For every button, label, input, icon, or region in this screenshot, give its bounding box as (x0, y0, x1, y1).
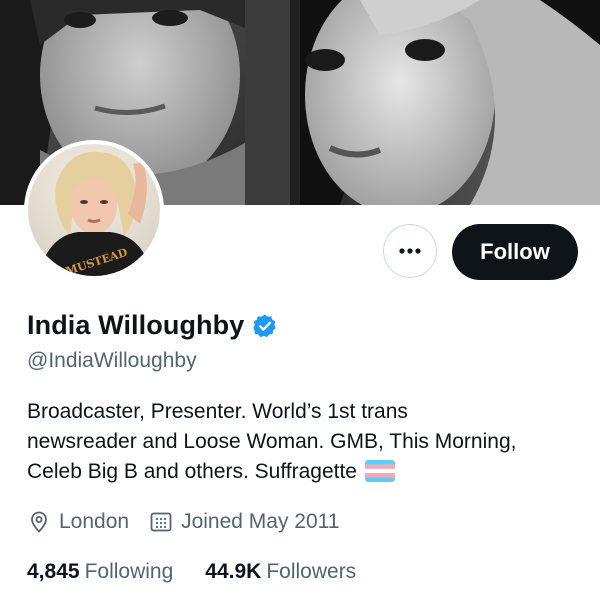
calendar-icon (150, 512, 172, 532)
profile-bio: Broadcaster, Presenter. World’s 1st tran… (27, 397, 587, 487)
follow-button-label: Follow (480, 239, 550, 264)
following-label: Following (84, 560, 174, 583)
verified-badge-icon[interactable] (252, 313, 278, 339)
more-options-button[interactable] (383, 224, 437, 278)
joined-item: Joined May 2011 (149, 510, 339, 534)
bio-line: Broadcaster, Presenter. World’s 1st tran… (27, 400, 408, 423)
followers-link[interactable]: 44.9K Followers (205, 560, 356, 584)
location-pin-icon (31, 511, 47, 533)
username-handle: @IndiaWilloughby (27, 349, 197, 372)
joined-text: Joined May 2011 (181, 510, 340, 533)
location-text: London (59, 510, 130, 533)
more-icon (399, 248, 421, 254)
location-item: London (27, 510, 129, 534)
bio-line-last: Celeb Big B and others. Suffragette (27, 457, 587, 487)
profile-stats: 4,845 Following 44.9K Followers (27, 560, 388, 584)
display-name: India Willoughby (27, 310, 245, 340)
profile-name-row: India Willoughby (27, 310, 278, 341)
following-count: 4,845 (27, 560, 80, 583)
bio-line-text: Celeb Big B and others. Suffragette (27, 460, 357, 483)
avatar[interactable]: MUSTEAD (24, 140, 164, 280)
followers-count: 44.9K (205, 560, 262, 583)
profile-meta: London Joined May 2011 (27, 510, 359, 534)
bio-line: newsreader and Loose Woman. GMB, This Mo… (27, 430, 517, 453)
followers-label: Followers (266, 560, 357, 583)
trans-flag-emoji (365, 460, 395, 482)
avatar-photo: MUSTEAD (28, 144, 160, 276)
follow-button[interactable]: Follow (452, 224, 578, 280)
following-link[interactable]: 4,845 Following (27, 560, 173, 584)
